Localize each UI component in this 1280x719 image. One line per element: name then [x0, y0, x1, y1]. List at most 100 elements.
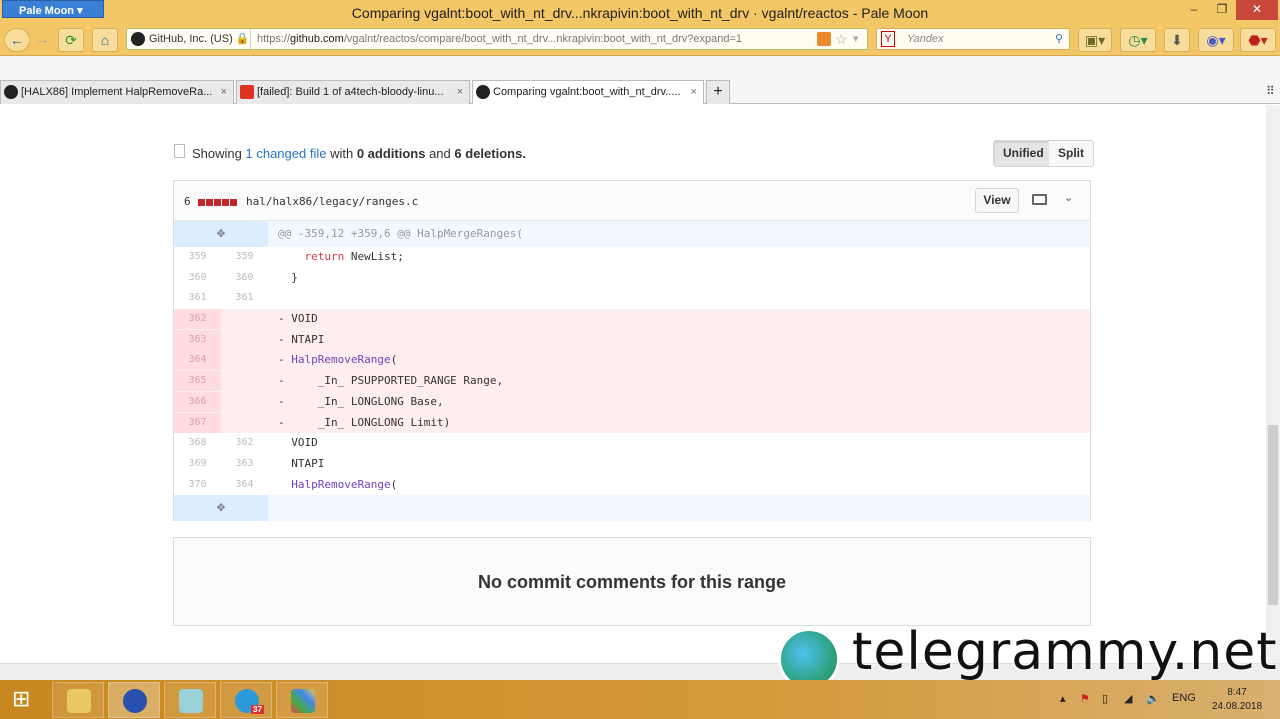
split-button[interactable]: Split: [1049, 140, 1094, 167]
tray-expand-icon[interactable]: ▴: [1060, 692, 1066, 705]
github-icon: [4, 85, 18, 99]
context-line: 361 361: [174, 288, 1090, 309]
old-line-number[interactable]: 359: [174, 247, 221, 267]
restore-button[interactable]: ❐: [1208, 0, 1236, 20]
old-line-number[interactable]: 363: [174, 329, 221, 350]
old-line-number[interactable]: 366: [174, 391, 221, 412]
search-icon[interactable]: ⚲: [1055, 29, 1063, 49]
context-line: 368 362 VOID: [174, 433, 1090, 454]
notepad-icon: [179, 689, 203, 713]
chevron-down-icon[interactable]: ⌄: [1064, 191, 1073, 204]
desktop-icon[interactable]: [1032, 194, 1047, 205]
site-identity[interactable]: GitHub, Inc. (US) 🔒: [127, 29, 251, 49]
addon-button[interactable]: ◉▾: [1198, 28, 1234, 52]
lock-icon: 🔒: [235, 33, 250, 45]
expand-icon[interactable]: ✥: [174, 495, 268, 522]
adblock-button[interactable]: ⬣▾: [1240, 28, 1276, 52]
bookmark-star-icon[interactable]: ☆: [835, 29, 848, 49]
old-line-number[interactable]: 360: [174, 268, 221, 288]
tab-halx86[interactable]: [HALX86] Implement HalpRemoveRa... ×: [0, 80, 234, 104]
no-comments-message: No commit comments for this range: [173, 537, 1091, 626]
diff-summary: Showing 1 changed file with 0 additions …: [174, 144, 526, 161]
close-tab-icon[interactable]: ×: [221, 81, 227, 103]
rss-icon[interactable]: [817, 32, 831, 46]
vertical-scrollbar[interactable]: [1266, 105, 1280, 663]
url-bar[interactable]: GitHub, Inc. (US) 🔒 https://github.com/v…: [126, 28, 868, 50]
close-tab-icon[interactable]: ×: [691, 81, 697, 103]
taskbar-notepad[interactable]: [164, 682, 216, 718]
code-text: - _In_ LONGLONG Limit): [268, 412, 1090, 433]
url-text[interactable]: https://github.com/vgalnt/reactos/compar…: [257, 29, 742, 49]
scrollbar-thumb[interactable]: [1268, 425, 1278, 605]
volume-icon[interactable]: 🔈: [1146, 692, 1160, 705]
taskbar-telegram[interactable]: 37: [220, 682, 272, 718]
old-line-number[interactable]: 364: [174, 350, 221, 371]
tab-failed-build[interactable]: [failed]: Build 1 of a4tech-bloody-linu.…: [236, 80, 470, 104]
code-text: NTAPI: [278, 456, 325, 470]
signal-icon[interactable]: ◢: [1124, 692, 1132, 705]
minimize-button[interactable]: –: [1180, 0, 1208, 20]
dropdown-icon[interactable]: ▾: [853, 29, 859, 49]
tab-list-icon[interactable]: ⠿: [1266, 84, 1275, 98]
battery-icon[interactable]: ▯: [1102, 692, 1108, 705]
clock[interactable]: 8:47 24.08.2018: [1212, 686, 1262, 714]
code-text: }: [278, 270, 298, 284]
network-error-icon[interactable]: ⚑: [1080, 692, 1090, 705]
old-line-number[interactable]: 361: [174, 288, 221, 308]
github-icon: [476, 85, 490, 99]
taskbar-palemoon[interactable]: [108, 682, 160, 718]
code-text: - _In_ PSUPPORTED_RANGE Range,: [268, 371, 1090, 392]
home-button[interactable]: ⌂: [92, 28, 118, 52]
deleted-line: 367 - _In_ LONGLONG Limit): [174, 412, 1090, 434]
github-icon: [131, 32, 145, 46]
globe-icon: [123, 689, 147, 713]
failed-icon: [240, 85, 254, 99]
history-button[interactable]: ◷▾: [1120, 28, 1156, 52]
new-line-number[interactable]: 362: [221, 433, 268, 453]
new-line-number[interactable]: 359: [221, 247, 268, 267]
hunk-footer: ✥: [174, 495, 1090, 522]
deleted-line: 366 - _In_ LONGLONG Base,: [174, 391, 1090, 413]
new-tab-button[interactable]: +: [706, 80, 730, 104]
code-text: VOID: [278, 436, 318, 450]
deleted-line: 362 - VOID: [174, 309, 1090, 330]
old-line-number[interactable]: 370: [174, 475, 221, 495]
windows-start-icon[interactable]: ⊞: [12, 688, 30, 710]
tab-comparing[interactable]: Comparing vgalnt:boot_with_nt_drv..... ×: [472, 80, 704, 104]
expand-icon[interactable]: ✥: [174, 221, 268, 247]
new-line-number[interactable]: 363: [221, 454, 268, 474]
file-diff: 6 hal/halx86/legacy/ranges.c View ⌄ ✥ @@ …: [173, 180, 1091, 522]
bookmarks-button[interactable]: ▣▾: [1078, 28, 1112, 52]
new-line-number[interactable]: 364: [221, 475, 268, 495]
code-text: - VOID: [268, 309, 1090, 330]
old-line-number[interactable]: 362: [174, 309, 221, 330]
close-tab-icon[interactable]: ×: [457, 81, 463, 103]
new-line-number[interactable]: 361: [221, 288, 268, 308]
deleted-line: 365 - _In_ PSUPPORTED_RANGE Range,: [174, 371, 1090, 392]
search-input[interactable]: Y Yandex ⚲: [876, 28, 1070, 50]
title-bar: Pale Moon ▾ Comparing vgalnt:boot_with_n…: [0, 0, 1280, 24]
view-file-button[interactable]: View: [975, 188, 1019, 213]
forward-button[interactable]: →: [32, 28, 52, 52]
file-name: hal/halx86/legacy/ranges.c: [246, 195, 419, 208]
change-count: 6: [184, 195, 191, 208]
changed-files-link[interactable]: 1 changed file: [246, 146, 327, 161]
unified-button[interactable]: Unified: [993, 140, 1054, 167]
old-line-number[interactable]: 368: [174, 433, 221, 453]
reload-button[interactable]: ⟳: [58, 28, 84, 52]
language-indicator[interactable]: ENG: [1172, 692, 1196, 704]
old-line-number[interactable]: 369: [174, 454, 221, 474]
hunk-header: ✥ @@ -359,12 +359,6 @@ HalpMergeRanges(: [174, 221, 1090, 247]
back-button[interactable]: ←: [4, 28, 30, 52]
downloads-button[interactable]: ⬇: [1164, 28, 1190, 52]
taskbar-app[interactable]: [276, 682, 328, 718]
taskbar-explorer[interactable]: [52, 682, 104, 718]
close-window-button[interactable]: ✕: [1236, 0, 1278, 20]
old-line-number[interactable]: 367: [174, 412, 221, 433]
file-header: 6 hal/halx86/legacy/ranges.c View ⌄: [174, 181, 1090, 221]
navigation-toolbar: ← → ⟳ ⌂ GitHub, Inc. (US) 🔒 https://gith…: [0, 24, 1280, 56]
new-line-number[interactable]: 360: [221, 268, 268, 288]
context-line: 370 364 HalpRemoveRange(: [174, 475, 1090, 496]
old-line-number[interactable]: 365: [174, 371, 221, 392]
context-line: 360 360 }: [174, 268, 1090, 289]
